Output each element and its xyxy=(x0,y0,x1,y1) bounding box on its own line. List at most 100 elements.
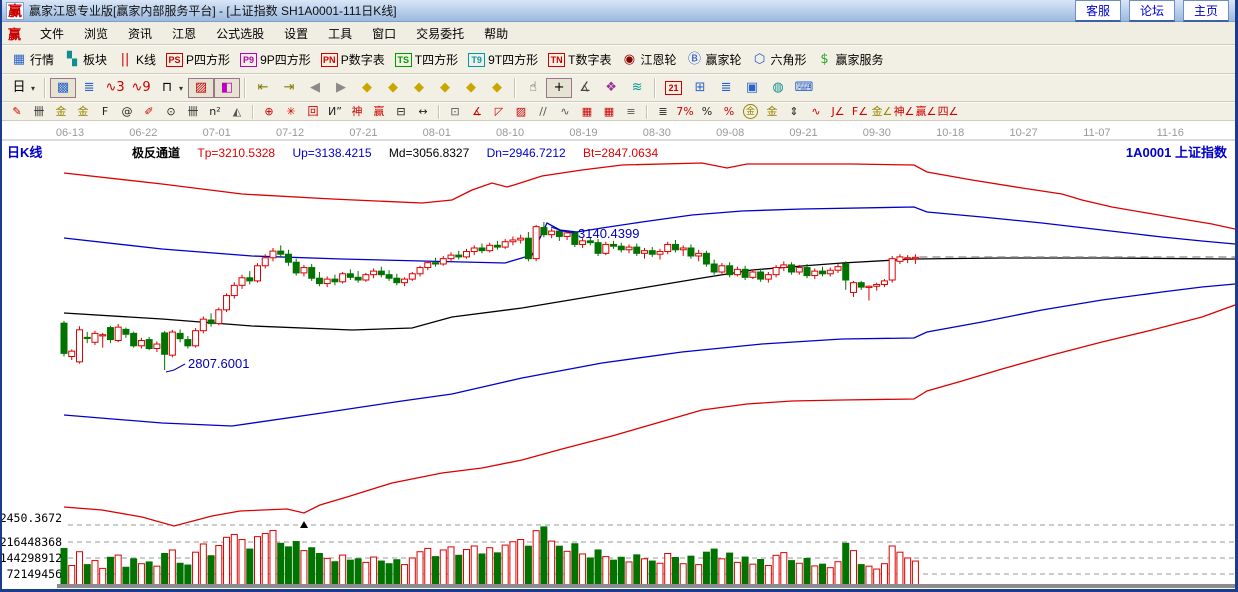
forum-button[interactable]: 论坛 xyxy=(1129,0,1175,22)
zoom-in-button[interactable]: ◆ xyxy=(432,78,458,98)
wave-tool[interactable]: ∿ xyxy=(554,104,576,120)
zoom-both-button[interactable]: ◆ xyxy=(406,78,432,98)
gann-flower-button[interactable]: ❖ xyxy=(598,78,624,98)
wave3-button[interactable]: ∿3 xyxy=(102,78,128,98)
t-number-table-button[interactable]: TNT数字表 xyxy=(543,49,616,70)
hexagon-button[interactable]: ⬡六角形 xyxy=(747,49,812,70)
prev-bar-button[interactable]: ◀ xyxy=(302,78,328,98)
wave9-button[interactable]: ∿9 xyxy=(128,78,154,98)
diag-lines-tool[interactable]: // xyxy=(532,104,554,120)
gann-wheel-button[interactable]: ◉江恩轮 xyxy=(616,49,681,70)
9t-square-button[interactable]: T99T四方形 xyxy=(463,49,543,70)
i-wave-tool[interactable]: И” xyxy=(324,104,346,120)
next-bar-button[interactable]: ▶ xyxy=(328,78,354,98)
pct7-tool[interactable]: 7% xyxy=(674,104,696,120)
wave-box-tool[interactable]: ∿ xyxy=(805,104,827,120)
angle-tool-button[interactable]: ∡ xyxy=(572,78,598,98)
ying-tool[interactable]: 赢 xyxy=(368,104,390,120)
zoom-reset-button[interactable]: ◆ xyxy=(484,78,510,98)
notes-button[interactable]: ≣ xyxy=(713,78,739,98)
period-day-button-dropdown-icon[interactable]: ▾ xyxy=(31,84,35,93)
gann-line-tool[interactable]: 卌 xyxy=(28,104,50,120)
stats-tool[interactable]: ≣ xyxy=(652,104,674,120)
fan-box-tool[interactable]: ◸ xyxy=(488,104,510,120)
f-angle-tool[interactable]: F∠ xyxy=(849,104,871,120)
menu-item-4[interactable]: 江恩 xyxy=(163,23,205,44)
ruler123-tool[interactable]: ⊟ xyxy=(390,104,412,120)
menu-item-8[interactable]: 窗口 xyxy=(363,23,405,44)
grid-tool[interactable]: ▦ xyxy=(576,104,598,120)
p-number-table-button[interactable]: PNP数字表 xyxy=(316,49,390,70)
hand-tool-button[interactable]: ☝ xyxy=(520,78,546,98)
menu-item-1[interactable]: 文件 xyxy=(31,23,73,44)
p-square-button[interactable]: PSP四方形 xyxy=(161,49,235,70)
measure-tool[interactable]: ⇕ xyxy=(783,104,805,120)
period-day-button[interactable]: 日▾ xyxy=(6,78,40,98)
j-angle-tool[interactable]: J∠ xyxy=(827,104,849,120)
parallel-tool[interactable]: ≡ xyxy=(620,104,642,120)
gold-angle-tool[interactable]: 金∠ xyxy=(871,104,893,120)
gold-level-tool[interactable]: 金 xyxy=(761,104,783,120)
grid-axis-tool[interactable]: ▦ xyxy=(598,104,620,120)
sectors-button[interactable]: ▚板块 xyxy=(59,49,112,70)
kline-button[interactable]: ||K线 xyxy=(112,49,161,70)
window-layout-button[interactable]: ▩ xyxy=(50,78,76,98)
menu-item-5[interactable]: 公式选股 xyxy=(207,23,273,44)
candle-style-button-dropdown-icon[interactable]: ▾ xyxy=(179,84,183,93)
kline-chart[interactable]: 06-1306-2207-0107-1207-2108-0108-1008-19… xyxy=(2,121,1238,592)
menu-item-3[interactable]: 资讯 xyxy=(119,23,161,44)
pct-line-tool[interactable]: % xyxy=(718,104,740,120)
gold-circle-tool[interactable]: 金 xyxy=(740,103,761,120)
menu-item-2[interactable]: 浏览 xyxy=(75,23,117,44)
gold-ratio-tool[interactable]: 金 xyxy=(50,104,72,120)
n-square-tool[interactable]: n² xyxy=(204,104,226,120)
ying-angle-tool[interactable]: 赢∠ xyxy=(915,104,937,120)
cycle-circle-tool[interactable]: ⊙ xyxy=(160,104,182,120)
quotes-button[interactable]: ▦行情 xyxy=(6,49,59,70)
9p-square-button[interactable]: P99P四方形 xyxy=(235,49,316,70)
last-bar-button[interactable]: ⇥ xyxy=(276,78,302,98)
ruler-line-tool[interactable]: 卌 xyxy=(182,104,204,120)
shen-angle-tool[interactable]: 神∠ xyxy=(893,104,915,120)
pct-tool[interactable]: % xyxy=(696,104,718,120)
candle-style-button[interactable]: ⊓▾ xyxy=(154,78,188,98)
shen-tool[interactable]: 神 xyxy=(346,104,368,120)
calculator-button[interactable]: ⊞ xyxy=(687,78,713,98)
home-button[interactable]: 主页 xyxy=(1183,0,1229,22)
first-bar-button[interactable]: ⇤ xyxy=(250,78,276,98)
gold-ratio2-tool[interactable]: 金 xyxy=(72,104,94,120)
zoom-right-button[interactable]: ◆ xyxy=(380,78,406,98)
fibonacci-tool[interactable]: F xyxy=(94,104,116,120)
support-button[interactable]: 客服 xyxy=(1075,0,1121,22)
span-arrow-tool[interactable]: ↔ xyxy=(412,104,434,120)
crosshair-tool-button[interactable]: + xyxy=(546,78,572,98)
gann-fan-tool[interactable]: ∡ xyxy=(466,104,488,120)
calendar-button[interactable]: 21 xyxy=(660,79,687,97)
burst-tool[interactable]: ✳ xyxy=(280,104,302,120)
menu-item-7[interactable]: 工具 xyxy=(319,23,361,44)
brush-tool[interactable]: ✎ xyxy=(6,104,28,120)
web-data-button[interactable]: ◍ xyxy=(765,78,791,98)
analysis-button[interactable]: ≋ xyxy=(624,78,650,98)
winner-service-button[interactable]: $赢家服务 xyxy=(812,49,889,70)
zoom-left-button[interactable]: ◆ xyxy=(354,78,380,98)
print-button[interactable]: ⌨ xyxy=(791,78,817,98)
square-spiral-tool[interactable]: 回 xyxy=(302,104,324,120)
quote-info-button[interactable]: ≣ xyxy=(76,78,102,98)
t-square-button[interactable]: TST四方形 xyxy=(390,49,463,70)
zoom-all-button[interactable]: ◆ xyxy=(458,78,484,98)
profile-button[interactable]: ◧ xyxy=(214,78,240,98)
winner-wheel-button[interactable]: Ⓑ赢家轮 xyxy=(681,49,746,70)
gann-pattern-button[interactable]: ▨ xyxy=(188,78,214,98)
menu-item-9[interactable]: 交易委托 xyxy=(407,23,473,44)
marker-pen-tool[interactable]: ✐ xyxy=(138,104,160,120)
menu-item-10[interactable]: 帮助 xyxy=(475,23,517,44)
four-angle-tool[interactable]: 四∠ xyxy=(937,104,959,120)
menu-item-6[interactable]: 设置 xyxy=(275,23,317,44)
spiral-tool[interactable]: @ xyxy=(116,104,138,120)
mirror-angle-tool[interactable]: ◭ xyxy=(226,104,248,120)
grid-diag-tool[interactable]: ▨ xyxy=(510,104,532,120)
target-tool[interactable]: ⊕ xyxy=(258,104,280,120)
save-button[interactable]: ▣ xyxy=(739,78,765,98)
box-tool[interactable]: ⊡ xyxy=(444,104,466,120)
